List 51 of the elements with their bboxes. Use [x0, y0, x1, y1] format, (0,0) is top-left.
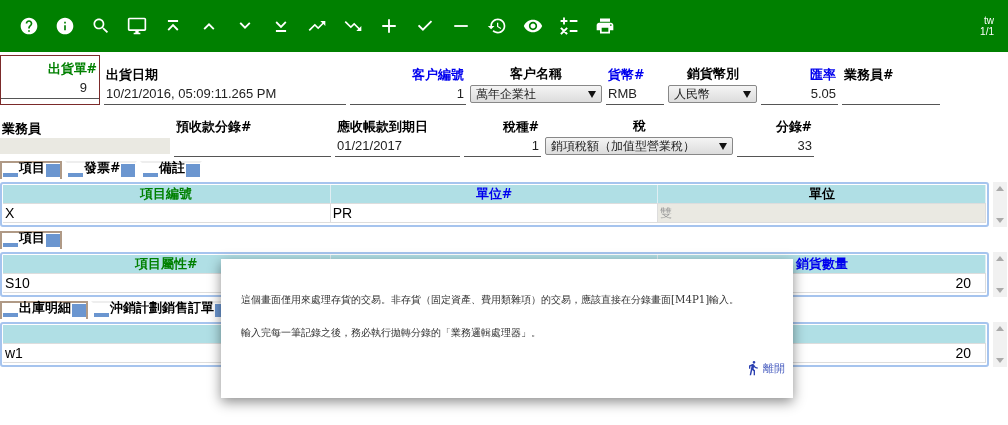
plus-icon[interactable] — [379, 16, 399, 36]
field-label: 出貨單# — [46, 61, 98, 78]
input-field[interactable]: 33 — [737, 136, 814, 157]
field-label: 出貨日期 — [105, 67, 159, 84]
table-cell[interactable]: X — [3, 204, 331, 222]
input-field[interactable]: 10/21/2016, 05:09:11.265 PM — [104, 84, 346, 105]
input-field[interactable]: 1 — [464, 136, 541, 157]
scrollbar[interactable] — [993, 252, 1007, 297]
field-label: 稅種# — [501, 119, 540, 136]
input-field[interactable]: 1 — [350, 84, 466, 105]
field-label: 貨幣# — [607, 67, 646, 84]
monitor-icon[interactable] — [127, 16, 147, 36]
scrollbar[interactable] — [993, 182, 1007, 227]
tab[interactable]: 發票# — [65, 161, 138, 179]
field-label: 預收款分錄# — [175, 119, 253, 136]
field-label: 客户編號 — [411, 67, 465, 84]
field-label: 匯率 — [809, 67, 837, 84]
page-counter: 1/1 — [980, 26, 994, 37]
dialog-message: 輸入完每一筆記錄之後，務必執行拋轉分錄的「業務邏輯處理器」。 — [241, 326, 542, 340]
info-icon[interactable] — [55, 16, 75, 36]
field-label: 客户名稱 — [509, 66, 563, 83]
tab[interactable]: 項目 — [0, 161, 62, 179]
dialog-message: 這個畫面僅用來處理存貨的交易。非存貨（固定資產、費用類雜項）的交易，應該直接在分錄畫面[M4P1]輸入。 — [241, 293, 741, 307]
tab[interactable]: 備註 — [140, 161, 203, 179]
tab[interactable]: 出庫明細 — [0, 301, 88, 319]
calculator-icon[interactable] — [559, 16, 579, 36]
field-label: 應收帳款到期日 — [336, 119, 429, 136]
column-header: 單位# — [330, 185, 659, 203]
close-link[interactable]: 離開 — [763, 360, 785, 376]
help-icon[interactable] — [19, 16, 39, 36]
select-field[interactable]: 人民幣 — [668, 85, 757, 103]
print-icon[interactable] — [595, 16, 615, 36]
input-field[interactable]: 5.05 — [761, 84, 838, 105]
tab[interactable]: 項目 — [0, 231, 62, 249]
select-field[interactable]: 萬年企業社 — [470, 85, 602, 103]
field-label: 業務員# — [843, 67, 895, 84]
column-header: 項目編號 — [3, 185, 331, 203]
input-field[interactable]: 9 — [1, 78, 99, 99]
select-field[interactable]: 銷項稅額（加值型營業稅） — [545, 137, 733, 155]
input-field[interactable] — [0, 138, 170, 154]
history-icon[interactable] — [487, 16, 507, 36]
field-label: 分錄# — [774, 119, 813, 136]
field-label: 業務員 — [1, 121, 42, 138]
search-icon[interactable] — [91, 16, 111, 36]
input-field[interactable]: RMB — [606, 84, 664, 105]
scrollbar[interactable] — [993, 322, 1007, 367]
field-label: 稅 — [631, 118, 647, 135]
column-header: 單位 — [658, 185, 986, 203]
language-label: tw — [984, 15, 994, 26]
input-field[interactable]: 01/21/2017 — [335, 136, 460, 157]
field-label: 銷貨幣別 — [685, 66, 740, 83]
